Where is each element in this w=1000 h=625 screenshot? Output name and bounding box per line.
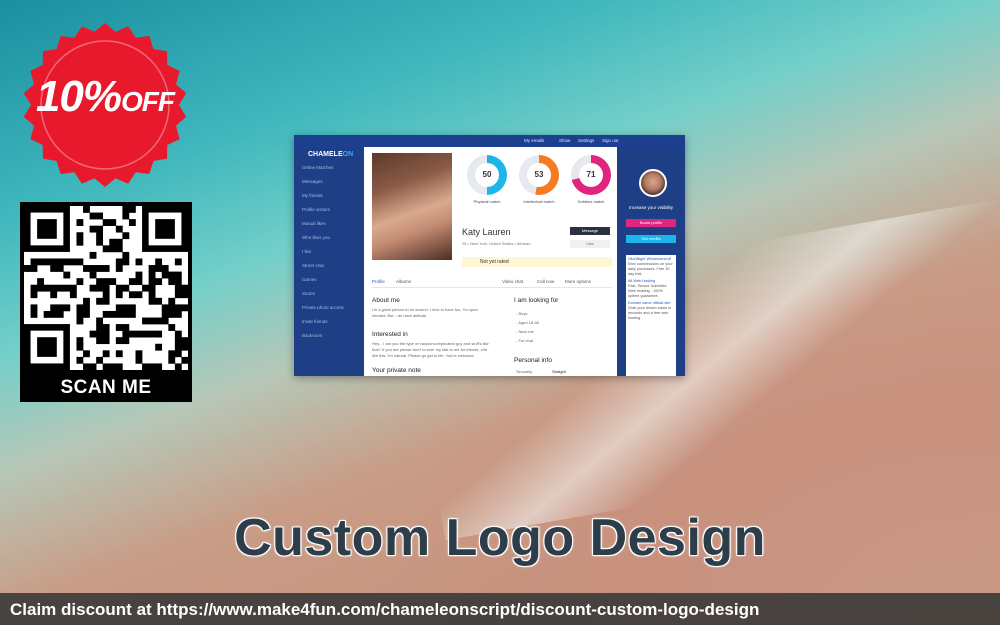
match-ring: 50	[467, 155, 507, 195]
sidebar-item: Online Matches	[302, 165, 334, 170]
looking-list: - Boys - Aged 18-46 - Near me - For chat	[516, 309, 606, 345]
visibility-text: Increase your visibility	[628, 205, 673, 210]
screenshot-right-panel: Increase your visibility Boost profile G…	[617, 147, 685, 376]
tab-more-options: More options	[565, 279, 592, 284]
match-ring: 71	[571, 155, 611, 195]
claim-link[interactable]: Claim discount at https://www.make4fun.c…	[10, 600, 759, 620]
avatar	[639, 169, 667, 197]
screenshot-sidebar: CHAMELEON Online Matches Messages My frien…	[294, 147, 364, 376]
product-title: Custom Logo Design	[234, 509, 766, 567]
sidebar-item: I like	[302, 249, 312, 254]
discount-badge: 10%OFF	[22, 72, 188, 122]
ad-text: Fast, Secure Unlimited Web Hosting - 100…	[628, 284, 667, 298]
sidebar-item: Backroom	[302, 333, 323, 338]
interested-heading: Interested in	[372, 331, 408, 338]
ad-item: Domain name official site Grab your dream…	[626, 299, 676, 321]
profile-name: Katy Lauren	[462, 227, 511, 237]
looking-item: - For chat	[516, 338, 534, 343]
personal-heading: Personal info	[514, 357, 552, 364]
discount-percent: 10%	[35, 72, 122, 121]
ad-title: All-Web Hosting	[628, 279, 656, 283]
tab-profile: Profile	[372, 279, 385, 284]
match-label: Hobbies match	[577, 199, 605, 204]
tab-albums: Albums	[396, 279, 412, 284]
ads-box: VitoriNight Wholesomeoff Earn commissions…	[626, 255, 676, 376]
logo-text: CHAMELE	[308, 151, 343, 158]
sidebar-item: Stores	[302, 291, 316, 296]
claim-bar[interactable]: Claim discount at https://www.make4fun.c…	[0, 593, 1000, 625]
qr-code[interactable]: SCAN ME	[20, 202, 192, 402]
personal-key: Sexuality	[516, 369, 533, 374]
ad-title: Domain name official site	[628, 301, 671, 305]
profile-location: 28 • New York, United States • Woman	[462, 241, 531, 246]
qr-code-icon	[24, 206, 189, 371]
looking-item: - Near me	[516, 329, 534, 334]
match-ring: 53	[519, 155, 559, 195]
match-value: 53	[527, 163, 551, 187]
sidebar-item: Who likes you	[302, 235, 331, 240]
sidebar-item: My friends	[302, 193, 323, 198]
logo-accent: ON	[342, 151, 354, 158]
looking-heading: I am looking for	[514, 297, 559, 304]
ad-item: VitoriNight Wholesomeoff Earn commissions…	[626, 255, 676, 277]
get-credits-button: Get credits	[626, 235, 676, 243]
sidebar-item: Games	[302, 277, 317, 282]
qr-scan-label: SCAN ME	[60, 377, 152, 398]
ad-text: Earn commissions on your daily purchases…	[628, 262, 673, 276]
ad-title: VitoriNight Wholesomeoff	[628, 257, 671, 261]
about-heading: About me	[372, 297, 400, 304]
sidebar-item: Invite friends	[302, 319, 328, 324]
sidebar-item: Private photo access	[302, 305, 344, 310]
rating-bar: Not yet rated	[462, 257, 612, 267]
ad-item: All-Web Hosting Fast, Secure Unlimited We…	[626, 277, 676, 299]
profile-tabs: Profile Albums Video chat Call now More …	[372, 277, 612, 288]
looking-item: - Aged 18-46	[516, 320, 539, 325]
match-label: Physical match	[473, 199, 501, 204]
looking-item: - Boys	[516, 311, 528, 316]
boost-profile-button: Boost profile	[626, 219, 676, 227]
about-text: I'm a great person to be around. I love …	[372, 307, 478, 318]
sidebar-item: Street chat	[302, 263, 324, 268]
interested-text: Hey... I am you the type of easy/uncompl…	[372, 341, 489, 358]
ad-text: Grab your dream name in seconds and a fr…	[628, 306, 672, 320]
sidebar-item: Mutual likes	[302, 221, 326, 226]
sidebar-item: Profile visitors	[302, 207, 331, 212]
sidebar-menu: Online Matches Messages My friends Profile …	[302, 165, 344, 347]
profile-photo	[372, 153, 452, 260]
topnav-item: Show	[559, 138, 571, 143]
match-value: 71	[579, 163, 603, 187]
tab-video-chat: Video chat	[502, 279, 524, 284]
screenshot-topnav: My emails Show Settings Sign out	[294, 135, 685, 147]
personal-row: Sexuality Straight	[516, 369, 606, 375]
topnav-item: Sign out	[602, 138, 619, 143]
topnav-item: My emails	[524, 138, 545, 143]
private-note-heading: Your private note	[372, 367, 421, 374]
personal-value: Straight	[552, 369, 566, 374]
screenshot-main: 50 Physical match 53 Intellectual match 71 Ho…	[364, 147, 617, 376]
like-button: Like	[570, 240, 610, 248]
tab-call-now: Call now	[537, 279, 555, 284]
product-screenshot[interactable]: My emails Show Settings Sign out CHAMELE…	[294, 135, 685, 376]
message-button: Message	[570, 227, 610, 235]
match-value: 50	[475, 163, 499, 187]
qr-pattern	[24, 206, 189, 371]
discount-off: OFF	[121, 86, 175, 117]
topnav-item: Settings	[578, 138, 595, 143]
chameleon-logo: CHAMELEON	[308, 151, 353, 158]
sidebar-item: Messages	[302, 179, 323, 184]
match-label: Intellectual match	[523, 199, 555, 204]
